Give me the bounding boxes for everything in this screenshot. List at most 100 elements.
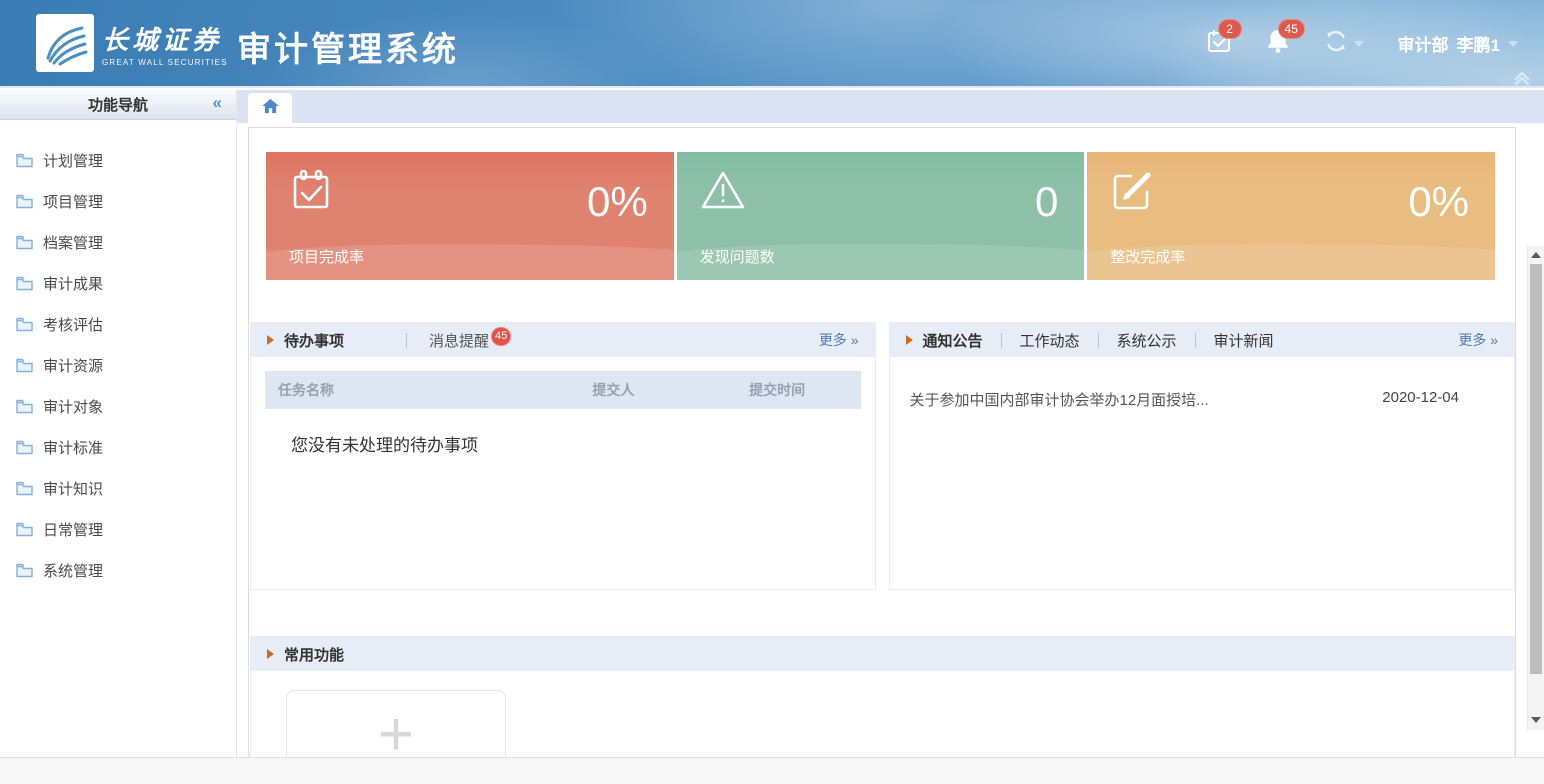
notice-list: 关于参加中国内部审计协会举办12月面授培... 2020-12-04 [890, 357, 1515, 418]
stat-card-project-completion[interactable]: 0% 项目完成率 [266, 152, 674, 280]
folder-icon [16, 153, 33, 168]
messages-tab[interactable]: 消息提醒 [429, 330, 489, 351]
vertical-scrollbar[interactable] [1527, 246, 1544, 730]
sidebar-item-audit-resources[interactable]: 审计资源 [0, 345, 236, 386]
folder-icon [16, 317, 33, 332]
sidebar: 功能导航 « 计划管理 项目管理 档案管理 审计成果 考核评估 [0, 90, 237, 757]
todo-more-link[interactable]: 更多 » [819, 330, 859, 350]
notifications-badge: 45 [1278, 19, 1305, 39]
add-shortcut-button[interactable]: + [286, 690, 506, 757]
tab-audit-news[interactable]: 审计新闻 [1214, 330, 1274, 351]
sidebar-item-daily-management[interactable]: 日常管理 [0, 509, 236, 550]
sidebar-title: 功能导航 [88, 94, 148, 115]
page-title: 审计管理系统 [237, 22, 459, 71]
todo-tab[interactable]: 待办事项 [284, 330, 344, 351]
folder-icon [16, 399, 33, 414]
todo-panel: 待办事项 消息提醒 45 更多 » 任务名称 提交人 提交时间 您没有未处理的待… [250, 322, 876, 590]
notice-panel: 通知公告 工作动态 系统公示 审计新闻 更多 » 关于参加中国内部审计协会举办1… [889, 322, 1516, 590]
tasks-button[interactable]: 2 [1206, 28, 1232, 59]
common-functions-title: 常用功能 [284, 644, 344, 665]
notice-title: 关于参加中国内部审计协会举办12月面授培... [910, 389, 1209, 410]
folder-icon [16, 235, 33, 250]
scroll-down-arrow-icon[interactable] [1528, 712, 1544, 728]
brand-name-cn: 长城证券 [102, 20, 228, 57]
tab-bar [237, 90, 1544, 123]
todo-table-header: 任务名称 提交人 提交时间 [265, 371, 861, 409]
sidebar-item-label: 考核评估 [43, 314, 103, 335]
plus-icon: + [378, 705, 414, 757]
column-task-name: 任务名称 [265, 380, 533, 400]
tasks-badge: 2 [1218, 19, 1242, 39]
sidebar-item-audit-standards[interactable]: 审计标准 [0, 427, 236, 468]
folder-icon [16, 440, 33, 455]
folder-icon [16, 481, 33, 496]
stat-value: 0% [587, 172, 648, 232]
separator [1195, 333, 1196, 348]
sidebar-nav: 计划管理 项目管理 档案管理 审计成果 考核评估 审计资源 [0, 120, 236, 591]
sidebar-item-audit-knowledge[interactable]: 审计知识 [0, 468, 236, 509]
pencil-square-icon [1109, 167, 1155, 213]
tab-home[interactable] [248, 93, 292, 123]
common-functions-panel: 常用功能 + [250, 636, 1515, 757]
sidebar-item-audit-results[interactable]: 审计成果 [0, 263, 236, 304]
scrollbar-thumb[interactable] [1530, 264, 1542, 674]
brand-area: 长城证券 GREAT WALL SECURITIES [36, 14, 228, 72]
brand-name-en: GREAT WALL SECURITIES [102, 58, 228, 67]
greatwall-logo-icon [36, 14, 94, 72]
calendar-check-icon [288, 167, 334, 213]
stat-card-rectification-completion[interactable]: 0% 整改完成率 [1087, 152, 1495, 280]
sidebar-item-label: 系统管理 [43, 560, 103, 581]
calendar-check-icon [1206, 41, 1232, 58]
sidebar-item-label: 日常管理 [43, 519, 103, 540]
list-item[interactable]: 关于参加中国内部审计协会举办12月面授培... 2020-12-04 [890, 381, 1515, 418]
refresh-button[interactable] [1324, 29, 1364, 58]
triangle-bullet-icon [267, 649, 274, 659]
panels-row: 待办事项 消息提醒 45 更多 » 任务名称 提交人 提交时间 您没有未处理的待… [250, 322, 1515, 590]
triangle-bullet-icon [267, 335, 274, 345]
refresh-icon [1324, 29, 1348, 58]
folder-icon [16, 276, 33, 291]
sidebar-item-label: 档案管理 [43, 232, 103, 253]
sidebar-item-plan-management[interactable]: 计划管理 [0, 140, 236, 181]
user-menu[interactable]: 审计部 李鹏1 [1398, 31, 1518, 56]
app-window: 长城证券 GREAT WALL SECURITIES 审计管理系统 2 [0, 0, 1544, 784]
sidebar-item-label: 审计资源 [43, 355, 103, 376]
todo-empty-message: 您没有未处理的待办事项 [251, 409, 875, 456]
stat-label: 项目完成率 [289, 246, 364, 267]
sidebar-item-project-management[interactable]: 项目管理 [0, 181, 236, 222]
bell-icon [1266, 41, 1290, 58]
home-icon [261, 97, 280, 120]
tab-work-trends[interactable]: 工作动态 [1020, 330, 1080, 351]
stat-card-issues-found[interactable]: 0 发现问题数 [677, 152, 1085, 280]
folder-icon [16, 358, 33, 373]
stat-label: 整改完成率 [1110, 246, 1185, 267]
sidebar-item-archive-management[interactable]: 档案管理 [0, 222, 236, 263]
sidebar-item-label: 审计成果 [43, 273, 103, 294]
sidebar-item-label: 审计标准 [43, 437, 103, 458]
stat-cards-row: 0% 项目完成率 0 发现问题数 [266, 152, 1495, 280]
sidebar-item-system-management[interactable]: 系统管理 [0, 550, 236, 591]
dashboard-container: 0% 项目完成率 0 发现问题数 [248, 127, 1516, 757]
column-submit-time: 提交时间 [694, 380, 861, 400]
notice-more-link[interactable]: 更多 » [1458, 330, 1498, 350]
sidebar-item-label: 项目管理 [43, 191, 103, 212]
triangle-bullet-icon [906, 335, 913, 345]
scroll-up-arrow-icon[interactable] [1528, 247, 1544, 263]
sidebar-item-label: 计划管理 [43, 150, 103, 171]
chevron-down-icon [1354, 41, 1364, 47]
sidebar-item-assessment-evaluation[interactable]: 考核评估 [0, 304, 236, 345]
sidebar-item-audit-objects[interactable]: 审计对象 [0, 386, 236, 427]
stat-value: 0% [1408, 172, 1469, 232]
collapse-header-chevron-icon[interactable] [1512, 71, 1532, 85]
sidebar-item-label: 审计对象 [43, 396, 103, 417]
top-header: 长城证券 GREAT WALL SECURITIES 审计管理系统 2 [0, 0, 1544, 88]
tab-system-publicity[interactable]: 系统公示 [1117, 330, 1177, 351]
sidebar-collapse-button[interactable]: « [213, 93, 222, 113]
notifications-button[interactable]: 45 [1266, 28, 1290, 59]
sidebar-header: 功能导航 « [0, 90, 236, 120]
messages-badge: 45 [491, 327, 511, 346]
warning-triangle-icon [699, 167, 747, 213]
tab-notices[interactable]: 通知公告 [923, 330, 983, 351]
folder-icon [16, 194, 33, 209]
folder-icon [16, 522, 33, 537]
